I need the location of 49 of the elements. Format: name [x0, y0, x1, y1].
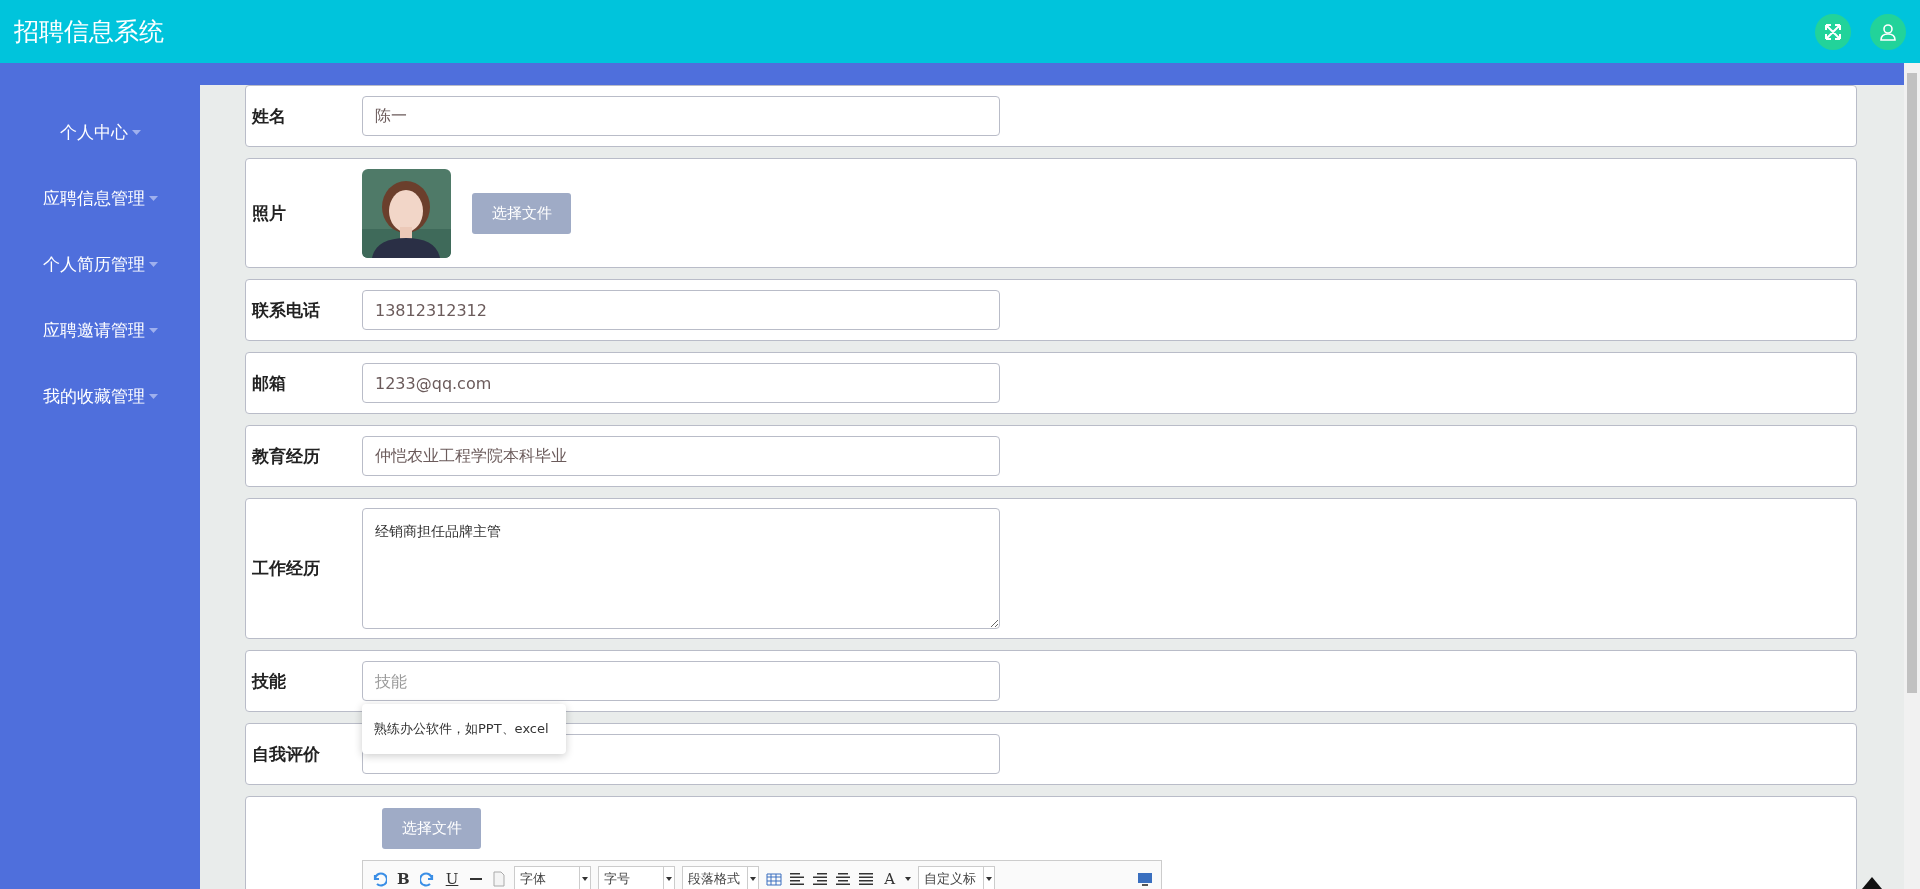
- redo-icon[interactable]: [419, 870, 436, 887]
- monitor-icon[interactable]: [1137, 870, 1153, 887]
- field-label: 邮箱: [252, 371, 287, 395]
- text-field[interactable]: 陈一: [362, 96, 1000, 136]
- text-area[interactable]: 经销商担任品牌主管: [362, 508, 1000, 629]
- font-color-button[interactable]: A: [881, 869, 899, 888]
- caret-icon: [148, 262, 158, 267]
- caret-icon: [148, 196, 158, 201]
- caret-icon[interactable]: [750, 876, 757, 881]
- field-label: 姓名: [252, 104, 287, 128]
- editor-select[interactable]: 字体: [514, 865, 592, 889]
- caret-icon[interactable]: [986, 876, 993, 881]
- back-to-top-icon[interactable]: [1862, 877, 1882, 889]
- editor-select[interactable]: 段落格式: [682, 865, 760, 889]
- caret-icon[interactable]: [905, 876, 912, 881]
- align-justify-icon[interactable]: [858, 870, 875, 887]
- field-label: 工作经历: [252, 557, 321, 580]
- align-right-icon[interactable]: [812, 870, 829, 887]
- sidebar-item[interactable]: 个人中心: [59, 122, 141, 143]
- field-label: 联系电话: [252, 298, 321, 322]
- caret-icon: [131, 130, 141, 135]
- autocomplete-menu[interactable]: 熟练办公软件，如PPT、excel: [362, 704, 566, 754]
- editor-select[interactable]: 字号: [598, 865, 676, 889]
- underline-button[interactable]: U: [442, 869, 462, 888]
- text-field[interactable]: 仲恺农业工程学院本科毕业: [362, 436, 1000, 476]
- align-left-icon[interactable]: [789, 870, 806, 887]
- align-center-icon[interactable]: [835, 870, 852, 887]
- bold-button[interactable]: B: [394, 869, 413, 888]
- text-field[interactable]: 技能: [362, 661, 1000, 701]
- table-icon[interactable]: [766, 870, 783, 887]
- caret-icon[interactable]: [666, 876, 673, 881]
- text-field[interactable]: 13812312312: [362, 290, 1000, 330]
- undo-icon[interactable]: [371, 870, 387, 887]
- field-label: 照片: [252, 201, 287, 225]
- field-label: 教育经历: [252, 444, 321, 468]
- sidebar-item[interactable]: 应聘信息管理: [42, 188, 158, 209]
- user-icon: [1879, 22, 1897, 41]
- sidebar-item[interactable]: 我的收藏管理: [42, 386, 158, 407]
- caret-icon[interactable]: [582, 876, 589, 881]
- fullscreen-icon: [1824, 22, 1842, 41]
- text-field[interactable]: 1233@qq.com: [362, 363, 1000, 403]
- field-label: 技能: [252, 669, 287, 693]
- app-title: 招聘信息系统: [14, 16, 165, 48]
- editor-select[interactable]: 自定义标: [918, 865, 996, 889]
- sidebar-item[interactable]: 应聘邀请管理: [42, 320, 158, 341]
- caret-icon: [148, 328, 158, 333]
- caret-icon: [148, 394, 158, 399]
- field-label: 自我评价: [252, 742, 321, 766]
- sidebar-item[interactable]: 个人简历管理: [42, 254, 158, 275]
